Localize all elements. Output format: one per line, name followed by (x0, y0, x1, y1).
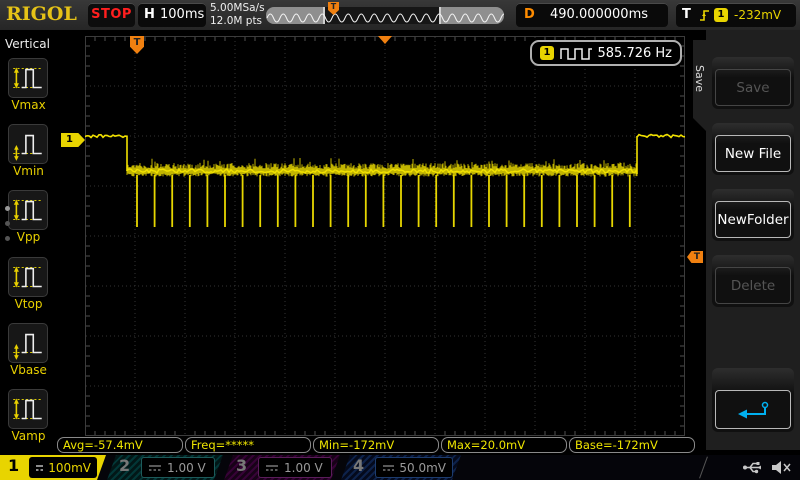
scope-display: 1 T T 1 585.726 Hz (57, 30, 706, 455)
page-indicator-dot (5, 221, 10, 226)
frequency-counter: 1 585.726 Hz (530, 40, 682, 66)
channel-1-cell[interactable]: 1 100mV (0, 455, 106, 480)
status-separator (699, 456, 708, 479)
dc-coupling-icon (35, 463, 43, 473)
trigger-source-badge: 1 (714, 8, 728, 22)
back-button[interactable] (712, 368, 794, 432)
counter-channel-badge: 1 (540, 46, 554, 60)
rigol-logo: RIGOL (6, 3, 77, 25)
new-folder-button-label: NewFolder (715, 201, 791, 238)
trigger-box[interactable]: T 1 -232mV (676, 3, 796, 27)
measure-item-vamp[interactable]: Vamp (0, 389, 57, 444)
vtop-label: Vtop (14, 297, 43, 311)
channel-4-cell[interactable]: 4 50.0mV (341, 455, 461, 480)
speaker-muted-icon (772, 461, 791, 474)
run-state-badge: STOP (88, 3, 135, 27)
channel-4-scale: 50.0mV (399, 460, 446, 475)
channel-2-scale: 1.00 V (167, 460, 206, 475)
save-button-label: Save (715, 69, 791, 106)
trigger-label: T (682, 7, 691, 22)
vmin-icon (8, 124, 48, 164)
measure-min: Min=-172mV (313, 437, 439, 453)
square-wave-icon (560, 47, 592, 60)
dc-coupling-icon (265, 463, 279, 473)
vbase-icon (8, 323, 48, 363)
delete-button-label: Delete (715, 267, 791, 304)
channel-3-number: 3 (236, 456, 248, 475)
delay-label: D (524, 7, 535, 22)
new-file-button[interactable]: New File (712, 123, 794, 175)
new-file-button-label: New File (715, 135, 791, 172)
vamp-icon (8, 389, 48, 429)
memory-depth: 12.0M pts (210, 15, 263, 27)
vtop-icon (8, 257, 48, 297)
oscilloscope-screen: RIGOL STOP H 100ms 5.00MSa/s 12.0M pts T… (0, 0, 800, 480)
left-menu-title: Vertical (5, 37, 50, 51)
waveform-preview-bar[interactable]: T (266, 2, 504, 24)
measure-avg: Avg=-57.4mV (57, 437, 183, 453)
measure-item-vmin[interactable]: Vmin (0, 124, 57, 179)
measure-item-vbase[interactable]: Vbase (0, 323, 57, 378)
measure-max: Max=20.0mV (441, 437, 567, 453)
acquisition-info: 5.00MSa/s 12.0M pts (210, 2, 265, 28)
right-soft-menu: Save Save New File NewFolder Delete (693, 30, 800, 450)
save-button[interactable]: Save (712, 57, 794, 109)
page-indicator-dot (5, 206, 10, 211)
measurement-bar: Avg=-57.4mV Freq=***** Min=-172mV Max=20… (0, 437, 800, 454)
channel-status-bar: 1 100mV 2 1.00 V 3 1.00 V 4 50.0mV (0, 455, 800, 480)
measure-freq: Freq=***** (185, 437, 311, 453)
delete-button[interactable]: Delete (712, 255, 794, 307)
channel-1-number: 1 (8, 456, 20, 475)
dc-coupling-icon (382, 463, 394, 473)
measure-item-vtop[interactable]: Vtop (0, 257, 57, 312)
channel-4-number: 4 (353, 456, 365, 475)
timebase-value: 100ms (160, 7, 205, 22)
channel-2-cell[interactable]: 2 1.00 V (107, 455, 223, 480)
header-bar: RIGOL STOP H 100ms 5.00MSa/s 12.0M pts T… (0, 0, 800, 30)
ch1-waveform (85, 133, 685, 227)
vpp-icon (8, 190, 48, 230)
measure-base: Base=-172mV (569, 437, 695, 453)
delay-value: 490.000000ms (550, 7, 649, 22)
vmax-label: Vmax (11, 98, 46, 112)
delay-box: D 490.000000ms (516, 3, 668, 27)
dc-coupling-icon (148, 463, 162, 473)
usb-icon (743, 462, 761, 474)
measure-item-vmax[interactable]: Vmax (0, 58, 57, 113)
trigger-level-value: -232mV (734, 8, 782, 22)
menu-tab: Save (693, 40, 706, 131)
horizontal-timebase-box[interactable]: H 100ms (138, 3, 206, 27)
vbase-label: Vbase (10, 363, 47, 377)
return-arrow-icon (738, 401, 769, 418)
page-indicator-dot (5, 236, 10, 241)
vmin-label: Vmin (13, 164, 44, 178)
channel-3-cell[interactable]: 3 1.00 V (224, 455, 340, 480)
new-folder-button[interactable]: NewFolder (712, 189, 794, 241)
trigger-level-marker[interactable]: T (687, 251, 703, 263)
left-measure-menu: Vertical Vmax Vmin Vpp Vtop Vbase Vamp (0, 30, 57, 450)
graticule-area (85, 36, 685, 436)
ch1-position-marker[interactable]: 1 (61, 133, 85, 147)
channel-2-number: 2 (119, 456, 131, 475)
sample-rate: 5.00MSa/s (210, 2, 265, 14)
horizontal-label: H (144, 7, 155, 22)
channel-1-scale: 100mV (48, 460, 91, 475)
channel-3-scale: 1.00 V (284, 460, 323, 475)
horizontal-center-marker-icon (378, 36, 392, 44)
rising-edge-icon (700, 10, 709, 21)
preview-waveform-icon (266, 13, 504, 23)
counter-value: 585.726 Hz (597, 45, 673, 61)
vmax-icon (8, 58, 48, 98)
